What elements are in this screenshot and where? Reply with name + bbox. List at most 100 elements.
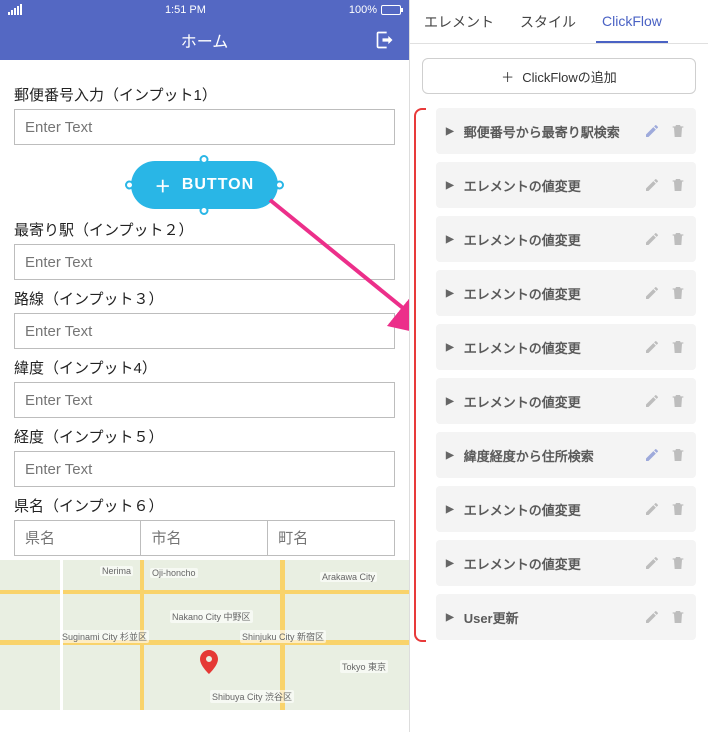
input-postal[interactable] [14,109,395,145]
plus-icon: ＋ [155,173,172,197]
caret-right-icon: ▶ [446,504,454,515]
label-input1: 郵便番号入力（インプット1） [14,84,395,105]
input-station[interactable] [14,244,395,280]
edit-icon[interactable] [644,447,660,463]
selection-handle[interactable] [200,206,209,215]
status-time: 1:51 PM [165,4,206,16]
caret-right-icon: ▶ [446,288,454,299]
add-button-label: BUTTON [182,176,254,194]
battery-icon [381,5,401,15]
label-input3: 路線（インプット３） [14,288,395,309]
map-pin-icon [200,650,218,679]
trash-icon[interactable] [670,177,686,193]
input-pref[interactable] [14,520,141,556]
edit-icon[interactable] [644,339,660,355]
selection-handle[interactable] [275,181,284,190]
edit-icon[interactable] [644,609,660,625]
tab-clickflow[interactable]: ClickFlow [596,0,668,43]
clickflow-item[interactable]: ▶ エレメントの値変更 [436,486,696,532]
map-label: Tokyo 東京 [340,660,388,673]
caret-right-icon: ▶ [446,234,454,245]
map-label: Shibuya City 渋谷区 [210,690,294,703]
edit-icon[interactable] [644,501,660,517]
clickflow-item[interactable]: ▶ User更新 [436,594,696,640]
tab-element[interactable]: エレメント [418,0,500,43]
tab-style[interactable]: スタイル [514,0,582,43]
battery-percent: 100% [349,4,377,16]
edit-icon[interactable] [644,231,660,247]
add-clickflow-button[interactable]: ＋ ClickFlowの追加 [422,58,696,94]
trash-icon[interactable] [670,123,686,139]
label-input6: 県名（インプット６） [14,495,395,516]
edit-icon[interactable] [644,123,660,139]
clickflow-item-label: 緯度経度から住所検索 [464,446,634,465]
trash-icon[interactable] [670,339,686,355]
clickflow-item[interactable]: ▶ エレメントの値変更 [436,216,696,262]
trash-icon[interactable] [670,447,686,463]
logout-icon[interactable] [375,30,395,55]
plus-icon: ＋ [501,67,514,86]
trash-icon[interactable] [670,501,686,517]
caret-right-icon: ▶ [446,126,454,137]
input-town[interactable] [268,520,395,556]
clickflow-item[interactable]: ▶ エレメントの値変更 [436,540,696,586]
form-area: 郵便番号入力（インプット1） ＋ BUTTON 最寄り駅（インプット２） 路線（… [0,60,409,556]
input-lat[interactable] [14,382,395,418]
clickflow-item-label: User更新 [464,608,634,627]
signal-icon [8,5,22,15]
clickflow-item-label: エレメントの値変更 [464,554,634,573]
caret-right-icon: ▶ [446,558,454,569]
label-input4: 緯度（インプット4） [14,357,395,378]
input-line[interactable] [14,313,395,349]
add-clickflow-label: ClickFlowの追加 [522,67,617,86]
selection-handle[interactable] [125,181,134,190]
clickflow-item-label: エレメントの値変更 [464,500,634,519]
input-city[interactable] [141,520,268,556]
clickflow-item[interactable]: ▶ 緯度経度から住所検索 [436,432,696,478]
map-label: Nerima [100,566,133,576]
clickflow-item-label: エレメントの値変更 [464,392,634,411]
caret-right-icon: ▶ [446,180,454,191]
caret-right-icon: ▶ [446,342,454,353]
clickflow-item[interactable]: ▶ エレメントの値変更 [436,270,696,316]
label-input5: 経度（インプット５） [14,426,395,447]
clickflow-item-label: 郵便番号から最寄り駅検索 [464,122,634,141]
trash-icon[interactable] [670,555,686,571]
app-bar: ホーム [0,20,409,60]
clickflow-item[interactable]: ▶ エレメントの値変更 [436,378,696,424]
trash-icon[interactable] [670,609,686,625]
trash-icon[interactable] [670,393,686,409]
clickflow-item-label: エレメントの値変更 [464,230,634,249]
map-preview[interactable]: Nerima Nakano City 中野区 Suginami City 杉並区… [0,560,409,710]
page-title: ホーム [181,28,229,52]
clickflow-item-label: エレメントの値変更 [464,176,634,195]
panel-tabs: エレメント スタイル ClickFlow [410,0,708,44]
map-label: Oji-honcho [150,568,198,578]
edit-icon[interactable] [644,285,660,301]
clickflow-item[interactable]: ▶ エレメントの値変更 [436,162,696,208]
clickflow-item[interactable]: ▶ 郵便番号から最寄り駅検索 [436,108,696,154]
label-input2: 最寄り駅（インプット２） [14,219,395,240]
map-label: Nakano City 中野区 [170,610,253,623]
selection-handle[interactable] [200,155,209,164]
clickflow-item-label: エレメントの値変更 [464,338,634,357]
annotation-bracket [414,108,426,642]
edit-icon[interactable] [644,177,660,193]
edit-icon[interactable] [644,555,660,571]
caret-right-icon: ▶ [446,450,454,461]
clickflow-item[interactable]: ▶ エレメントの値変更 [436,324,696,370]
clickflow-list: ▶ 郵便番号から最寄り駅検索 ▶ エレメントの値変更 ▶ エレメントの値変更 ▶ エレメントの… [422,108,696,640]
clickflow-item-label: エレメントの値変更 [464,284,634,303]
caret-right-icon: ▶ [446,396,454,407]
caret-right-icon: ▶ [446,612,454,623]
edit-icon[interactable] [644,393,660,409]
add-button[interactable]: ＋ BUTTON [131,161,278,209]
input-lng[interactable] [14,451,395,487]
trash-icon[interactable] [670,231,686,247]
address-row [14,520,395,556]
map-label: Shinjuku City 新宿区 [240,630,326,643]
inspector-panel: エレメント スタイル ClickFlow ＋ ClickFlowの追加 ▶ 郵便番… [410,0,708,732]
status-bar: 1:51 PM 100% [0,0,409,20]
phone-preview: 1:51 PM 100% ホーム 郵便番号入力（インプット1） ＋ BUTTON… [0,0,410,732]
trash-icon[interactable] [670,285,686,301]
